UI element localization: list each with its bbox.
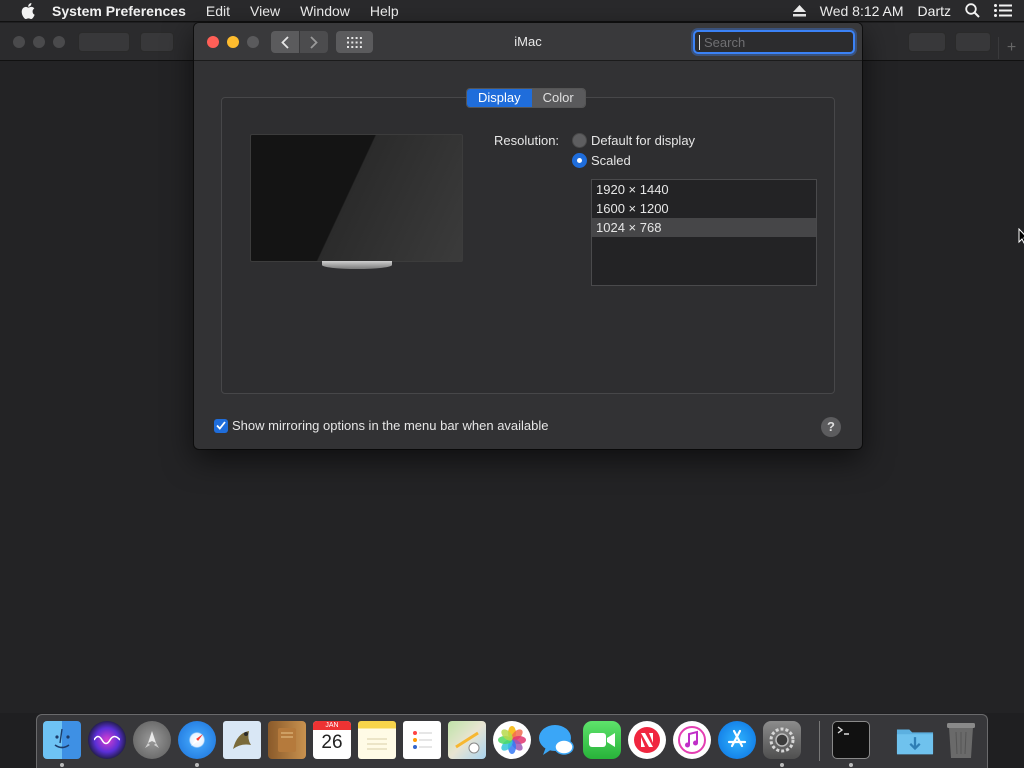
resolution-label: Resolution: [494,133,560,148]
window-titlebar: iMac [194,23,862,61]
maps-icon[interactable] [448,721,486,759]
terminal-running-indicator [849,763,853,767]
radio-default-icon[interactable] [572,133,587,148]
scaled-resolution-list[interactable]: 1920 × 1440 1600 × 1200 1024 × 768 [591,179,817,286]
radio-default-for-display[interactable]: Default for display [572,133,695,148]
mirroring-label: Show mirroring options in the menu bar w… [232,418,549,433]
launchpad-icon[interactable] [133,721,171,759]
back-button[interactable] [271,31,299,53]
menu-bar: System Preferences Edit View Window Help… [0,0,1024,22]
help-button[interactable]: ? [821,417,841,437]
system-preferences-running-indicator [780,763,784,767]
chevron-right-icon [310,35,318,49]
safari-running-indicator [195,763,199,767]
finder-running-indicator [60,763,64,767]
display-preview-image [250,134,463,262]
menu-edit[interactable]: Edit [196,3,240,19]
bg-sidebar-button[interactable] [140,32,174,52]
radio-scaled-icon[interactable] [572,153,587,168]
bg-close-icon[interactable] [13,36,25,48]
app-store-icon[interactable] [718,721,756,759]
grid-icon [347,36,362,48]
contacts-icon[interactable] [268,721,306,759]
radio-scaled[interactable]: Scaled [572,153,631,168]
display-preferences-window: iMac Display Color R [194,23,862,449]
display-preview-stand [322,261,392,269]
photos-icon[interactable] [493,721,531,759]
notification-center-icon[interactable] [994,4,1012,17]
menu-help[interactable]: Help [360,3,409,19]
eject-icon[interactable] [792,4,806,17]
list-item[interactable]: 1600 × 1200 [592,199,816,218]
trash-icon[interactable] [942,721,980,759]
menu-clock[interactable]: Wed 8:12 AM [820,3,904,19]
mirroring-option[interactable]: Show mirroring options in the menu bar w… [214,418,549,433]
calendar-icon[interactable]: JAN 26 [313,721,351,759]
mouse-cursor-icon [1018,227,1024,247]
bg-minimize-icon[interactable] [33,36,45,48]
tab-color[interactable]: Color [531,89,585,107]
itunes-icon[interactable] [673,721,711,759]
display-color-tabs: Display Color [466,88,586,108]
forward-button[interactable] [300,31,328,53]
list-item-selected[interactable]: 1024 × 768 [592,218,816,237]
menu-user[interactable]: Dartz [918,3,951,19]
minimize-button[interactable] [227,36,239,48]
safari-icon[interactable] [178,721,216,759]
mail-icon[interactable] [223,721,261,759]
show-all-button[interactable] [336,31,373,53]
facetime-icon[interactable] [583,721,621,759]
bg-share-button[interactable] [908,32,946,52]
bg-nav-buttons[interactable] [78,32,130,52]
list-item[interactable]: 1920 × 1440 [592,180,816,199]
calendar-day: 26 [321,732,343,753]
close-button[interactable] [207,36,219,48]
bg-zoom-icon[interactable] [53,36,65,48]
bg-new-tab-button[interactable]: + [998,37,1024,59]
terminal-icon[interactable] [832,721,870,759]
calendar-month: JAN [313,721,351,730]
radio-scaled-label: Scaled [591,153,631,168]
siri-icon[interactable] [88,721,126,759]
radio-default-label: Default for display [591,133,696,148]
search-input[interactable] [699,34,862,50]
tab-display[interactable]: Display [467,89,532,107]
zoom-button[interactable] [247,36,259,48]
finder-icon[interactable] [43,721,81,759]
checkmark-icon [216,421,226,430]
bg-tabs-button[interactable] [955,32,991,52]
menu-view[interactable]: View [240,3,290,19]
menu-app-name[interactable]: System Preferences [52,3,196,19]
mirroring-checkbox[interactable] [214,418,228,433]
chevron-left-icon [281,35,289,49]
notes-icon[interactable] [358,721,396,759]
dock-separator [819,721,820,761]
messages-icon[interactable] [538,721,576,759]
news-icon[interactable] [628,721,666,759]
system-preferences-icon[interactable] [763,721,801,759]
search-field[interactable] [693,30,862,54]
downloads-folder-icon[interactable] [896,721,934,759]
apple-menu-icon[interactable] [18,2,38,19]
reminders-icon[interactable] [403,721,441,759]
menu-window[interactable]: Window [290,3,360,19]
dock: JAN 26 [36,714,988,768]
spotlight-search-icon[interactable] [965,3,980,18]
